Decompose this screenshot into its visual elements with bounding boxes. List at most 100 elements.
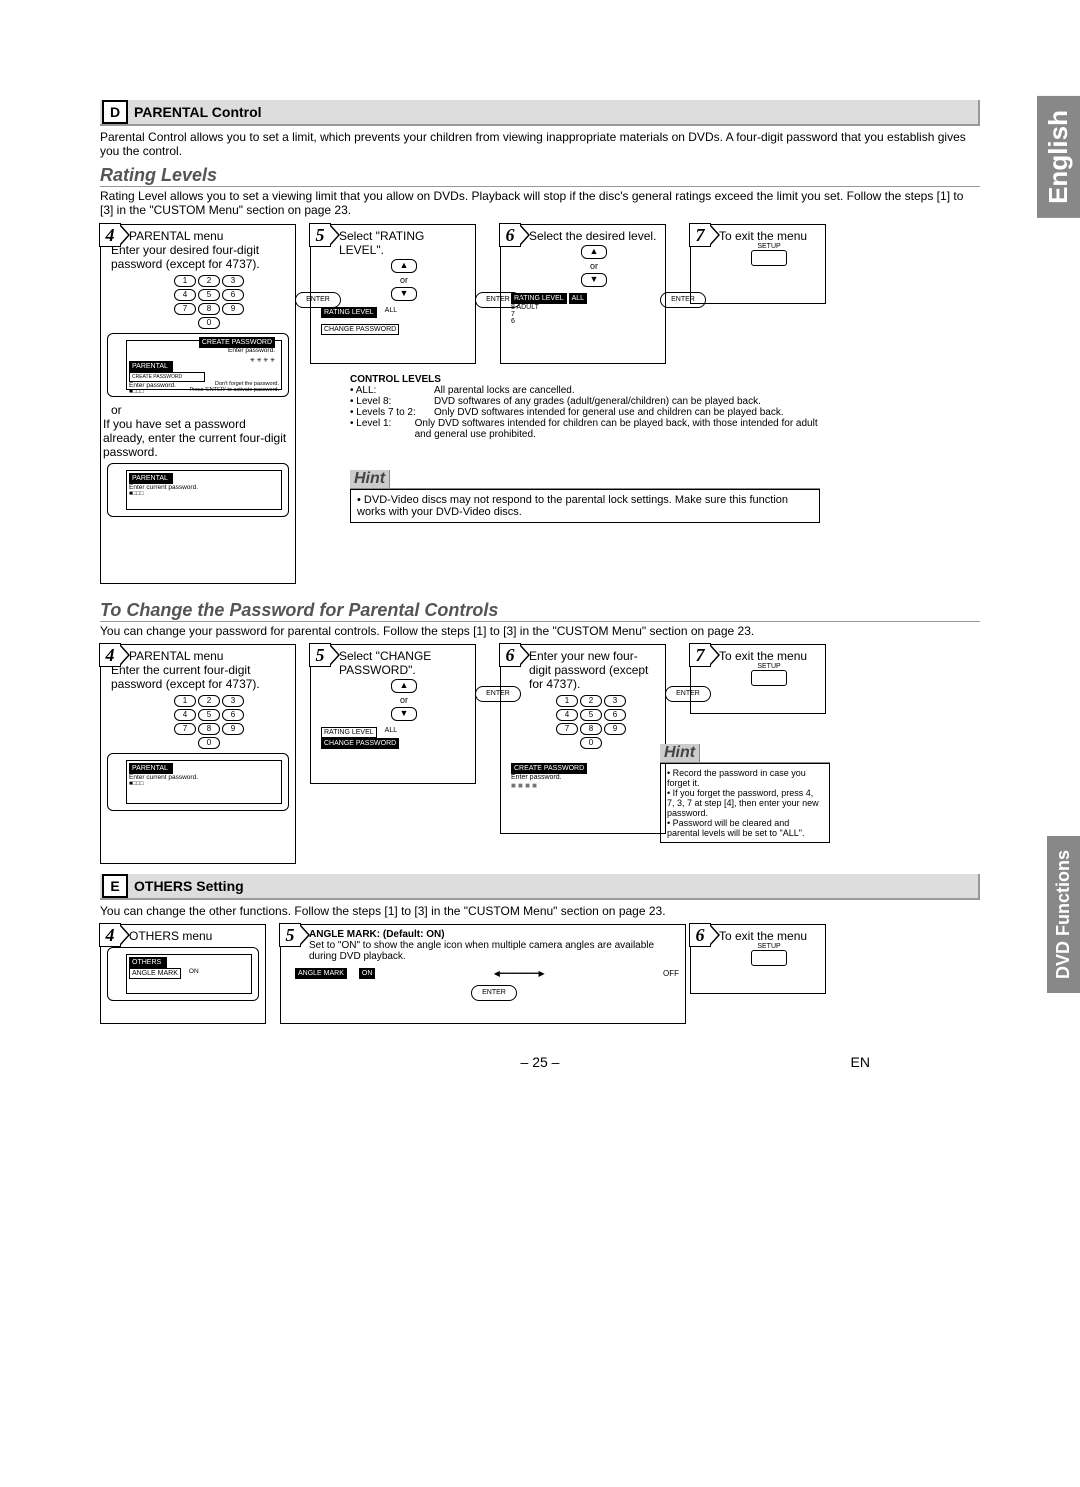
- hint-label: Hint: [660, 744, 700, 762]
- osd-all: ALL: [385, 307, 397, 318]
- step6-or: or: [529, 261, 659, 271]
- key-0[interactable]: 0: [198, 737, 220, 749]
- key-4[interactable]: 4: [174, 709, 196, 721]
- key-3[interactable]: 3: [604, 695, 626, 707]
- keypad[interactable]: 1 2 3 4 5 6 7 8 9 0: [129, 275, 289, 329]
- ctrl-key: • Level 1:: [350, 418, 415, 440]
- key-9[interactable]: 9: [604, 723, 626, 735]
- key-2[interactable]: 2: [198, 695, 220, 707]
- key-8[interactable]: 8: [198, 723, 220, 735]
- enter-button[interactable]: ENTER: [665, 686, 711, 702]
- osd-angle-mark-2: ANGLE MARK: [295, 968, 347, 979]
- keypad[interactable]: 1 2 3 4 5 6 7 8 9 0: [523, 695, 659, 749]
- key-5[interactable]: 5: [198, 289, 220, 301]
- change-step5: 5 Select "CHANGE PASSWORD". ▲ or ▼ RATIN…: [310, 644, 476, 784]
- key-1[interactable]: 1: [556, 695, 578, 707]
- control-levels: CONTROL LEVELS • ALL:All parental locks …: [350, 374, 820, 440]
- down-arrow-icon[interactable]: ▼: [391, 707, 417, 721]
- step5-text: Select "RATING LEVEL".: [339, 229, 469, 257]
- key-9[interactable]: 9: [222, 723, 244, 735]
- step4-or: or: [111, 403, 289, 417]
- osd-level-8: 8 ADULT: [511, 304, 659, 311]
- setup-button[interactable]: [751, 250, 787, 266]
- step-number: 4: [99, 923, 121, 947]
- tv-osd-create-password: CREATE PASSWORD Enter password. ✳ ✳ ✳ ✳ …: [107, 333, 289, 397]
- change-step4: 4 PARENTAL menu Enter the current four-d…: [100, 644, 296, 864]
- change-step7: 7 To exit the menu SETUP: [690, 644, 826, 714]
- key-8[interactable]: 8: [580, 723, 602, 735]
- tv-osd-enter-current-2: PARENTAL Enter current password. ■□□□: [107, 753, 289, 811]
- osd-rating-level: RATING LEVEL: [321, 307, 377, 318]
- osd-enter-password: Enter password.: [228, 347, 275, 354]
- tv-osd-enter-current: PARENTAL Enter current password. ■□□□: [107, 463, 289, 517]
- osd-level-7: 7: [511, 311, 659, 318]
- up-arrow-icon[interactable]: ▲: [391, 259, 417, 273]
- ctrl-key: • ALL:: [350, 385, 434, 396]
- others-step5: 5 ANGLE MARK: (Default: ON) Set to "ON" …: [280, 924, 686, 1024]
- section-d-intro: Parental Control allows you to set a lim…: [100, 130, 980, 159]
- key-6[interactable]: 6: [222, 289, 244, 301]
- setup-label: SETUP: [719, 663, 819, 670]
- key-6[interactable]: 6: [604, 709, 626, 721]
- step4-title: PARENTAL menu: [129, 229, 289, 243]
- step-number: 5: [279, 923, 301, 947]
- key-5[interactable]: 5: [580, 709, 602, 721]
- key-0[interactable]: 0: [580, 737, 602, 749]
- step-number: 5: [309, 223, 331, 247]
- key-0[interactable]: 0: [198, 317, 220, 329]
- hint-bullet-3: • Password will be cleared and parental …: [667, 818, 823, 838]
- key-3[interactable]: 3: [222, 695, 244, 707]
- key-7[interactable]: 7: [556, 723, 578, 735]
- key-2[interactable]: 2: [198, 275, 220, 287]
- osd-parental-tab: PARENTAL: [129, 361, 173, 372]
- step4-alt: If you have set a password already, ente…: [103, 417, 289, 459]
- osd-create-password-2: CREATE PASSWORD: [511, 763, 587, 774]
- enter-button[interactable]: ENTER: [295, 292, 341, 308]
- up-arrow-icon[interactable]: ▲: [391, 679, 417, 693]
- lang-code: EN: [851, 1054, 870, 1070]
- rating-step6: 6 Select the desired level. ▲ or ▼ RATIN…: [500, 224, 666, 364]
- osd-on: ON: [189, 968, 199, 979]
- key-1[interactable]: 1: [174, 275, 196, 287]
- step-number: 7: [689, 643, 711, 667]
- section-d-bar: D PARENTAL Control: [100, 100, 980, 126]
- setup-label: SETUP: [719, 243, 819, 250]
- step6-text: Enter your new four-digit password (exce…: [529, 649, 659, 691]
- key-3[interactable]: 3: [222, 275, 244, 287]
- key-7[interactable]: 7: [174, 303, 196, 315]
- down-arrow-icon[interactable]: ▼: [391, 287, 417, 301]
- step5-text: Select "CHANGE PASSWORD".: [339, 649, 469, 677]
- angle-mark-text: Set to "ON" to show the angle icon when …: [309, 940, 679, 962]
- osd-enter-password-2: Enter password.: [511, 774, 659, 781]
- step5-or: or: [339, 695, 469, 705]
- key-9[interactable]: 9: [222, 303, 244, 315]
- down-arrow-icon[interactable]: ▼: [581, 273, 607, 287]
- ctrl-val: DVD softwares of any grades (adult/gener…: [434, 396, 761, 407]
- enter-button[interactable]: ENTER: [475, 292, 521, 308]
- key-4[interactable]: 4: [174, 289, 196, 301]
- osd-create-password-sub: CREATE PASSWORD: [129, 372, 205, 382]
- ctrl-key: • Levels 7 to 2:: [350, 407, 434, 418]
- osd-angle-mark: ANGLE MARK: [129, 968, 181, 979]
- key-7[interactable]: 7: [174, 723, 196, 735]
- rating-step7: 7 To exit the menu SETUP: [690, 224, 826, 304]
- up-arrow-icon[interactable]: ▲: [581, 245, 607, 259]
- key-2[interactable]: 2: [580, 695, 602, 707]
- setup-button[interactable]: [751, 950, 787, 966]
- step-number: 6: [499, 643, 521, 667]
- enter-button[interactable]: ENTER: [471, 985, 517, 1001]
- key-4[interactable]: 4: [556, 709, 578, 721]
- key-1[interactable]: 1: [174, 695, 196, 707]
- key-6[interactable]: 6: [222, 709, 244, 721]
- key-8[interactable]: 8: [198, 303, 220, 315]
- keypad[interactable]: 1 2 3 4 5 6 7 8 9 0: [129, 695, 289, 749]
- key-5[interactable]: 5: [198, 709, 220, 721]
- setup-button[interactable]: [751, 670, 787, 686]
- osd-change-password: CHANGE PASSWORD: [321, 324, 399, 335]
- page-footer: – 25 – EN: [100, 1054, 980, 1070]
- rating-levels-intro: Rating Level allows you to set a viewing…: [100, 189, 980, 218]
- rating-hint: Hint • DVD-Video discs may not respond t…: [350, 470, 820, 523]
- enter-button[interactable]: ENTER: [660, 292, 706, 308]
- step-number: 7: [689, 223, 711, 247]
- section-e-letter: E: [102, 874, 128, 898]
